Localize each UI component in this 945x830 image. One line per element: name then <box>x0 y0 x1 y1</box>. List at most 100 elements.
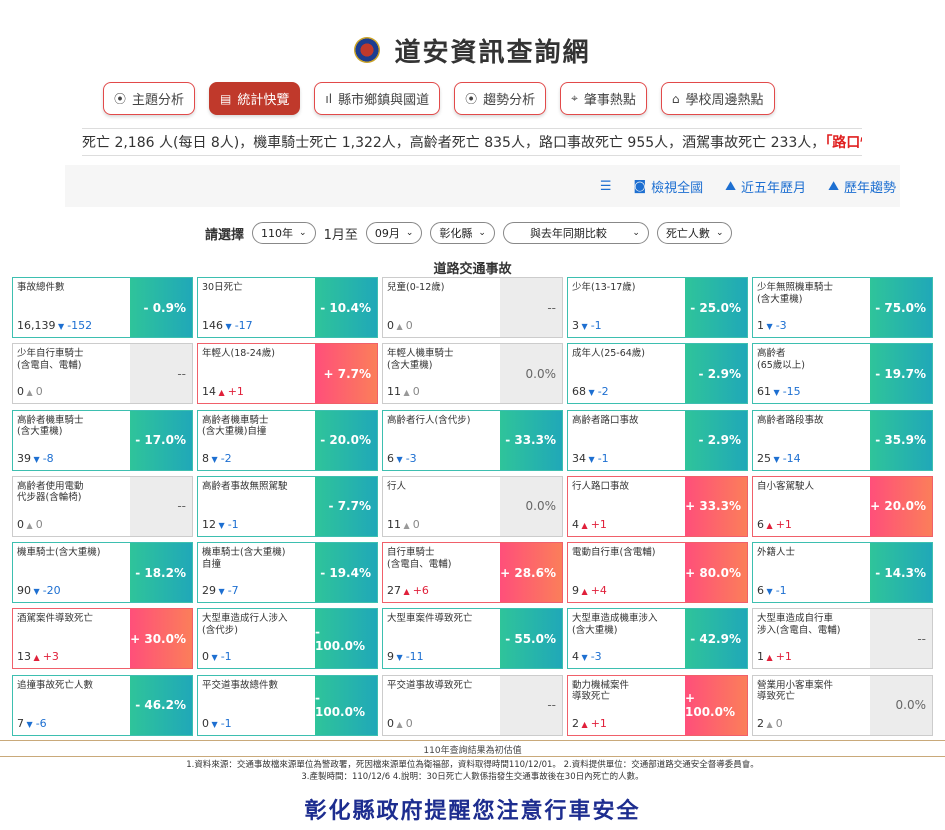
area-chart-icon: ⛰ <box>828 178 839 194</box>
five-year-button[interactable]: ⛰ 近五年歷月 <box>725 177 806 196</box>
stat-info: 高齡者機車騎士 (含大重機) 39 ▼ -8 <box>13 411 130 470</box>
stat-percent: - 55.0% <box>500 609 562 669</box>
nav-theme-analysis[interactable]: ⦿ 主題分析 <box>103 82 196 115</box>
stat-card[interactable]: 追撞事故死亡人數 7 ▼ -6 - 46.2% <box>12 674 193 736</box>
stat-card[interactable]: 電動自行車(含電輔) 9 ▲ +4 + 80.0% <box>567 542 748 604</box>
stat-card[interactable]: 機車騎士(含大重機) 90 ▼ -20 - 18.2% <box>12 542 193 604</box>
stat-card[interactable]: 營業用小客車案件 導致死亡 2 ▲ 0 0.0% <box>752 674 933 736</box>
stat-info: 高齡者使用電動 代步器(含輪椅) 0 ▲ 0 <box>13 477 130 536</box>
stat-card[interactable]: 少年無照機車騎士 (含大重機) 1 ▼ -3 - 75.0% <box>752 277 933 338</box>
stat-diff: +6 <box>412 584 429 598</box>
stat-value: 3 <box>572 319 579 332</box>
stat-info: 機車騎士(含大重機) 90 ▼ -20 <box>13 543 130 602</box>
stat-diff: -2 <box>220 451 232 465</box>
stat-card[interactable]: 大型車案件導致死亡 9 ▼ -11 - 55.0% <box>382 608 563 670</box>
trend-button[interactable]: ⛰ 歷年趨勢 <box>828 177 896 196</box>
stat-numbers: 0 ▼ -1 <box>202 650 232 663</box>
arrow-up-icon: ▲ <box>394 322 403 331</box>
stat-value: 0 <box>202 716 209 730</box>
stat-card[interactable]: 高齡者使用電動 代步器(含輪椅) 0 ▲ 0 -- <box>12 475 193 537</box>
news-ticker: 死亡 2,186 人(每日 8人)，機車騎士死亡 1,322人，高齡者死亡 83… <box>82 128 862 156</box>
stat-info: 大型車造成自行車 涉入(含電自、電輔) 1 ▲ +1 <box>753 609 870 668</box>
stat-card[interactable]: 外籍人士 6 ▼ -1 - 14.3% <box>752 542 933 604</box>
compare-select[interactable]: 與去年同期比較 ⌄ <box>502 222 649 244</box>
nav-accident-hotspots[interactable]: ⌖ 肇事熱點 <box>560 82 647 115</box>
stat-card[interactable]: 成年人(25-64歲) 68 ▼ -2 - 2.9% <box>567 343 748 405</box>
site-title[interactable]: 道安資訊查詢網 <box>394 32 590 69</box>
stat-info: 高齡者行人(含代步) 6 ▼ -3 <box>383 411 500 470</box>
view-all-button[interactable]: ◙ 檢視全國 <box>633 177 703 196</box>
site-logo[interactable] <box>354 37 381 63</box>
nav-county-town[interactable]: ıl 縣市鄉鎮與國道 <box>314 82 441 115</box>
area-chart-icon: ⛰ <box>725 178 737 194</box>
stat-card[interactable]: 高齡者行人(含代步) 6 ▼ -3 - 33.3% <box>382 409 563 471</box>
stat-card[interactable]: 年輕人機車騎士 (含大重機) 11 ▲ 0 0.0% <box>382 343 563 405</box>
stat-card[interactable]: 行人 11 ▲ 0 0.0% <box>382 475 563 537</box>
stat-card[interactable]: 自小客駕駛人 6 ▲ +1 + 20.0% <box>752 475 933 537</box>
list-menu-button[interactable]: ☰ <box>600 179 612 194</box>
stat-value: 0 <box>387 319 394 332</box>
nav-school-hotspots[interactable]: ⌂ 學校周邊熱點 <box>660 82 775 115</box>
stat-info: 動力機械案件 導致死亡 2 ▲ +1 <box>568 676 685 735</box>
stat-value: 0 <box>17 517 24 531</box>
stat-card[interactable]: 酒駕案件導致死亡 13 ▲ +3 + 30.0% <box>12 608 193 670</box>
stat-card[interactable]: 少年(13-17歲) 3 ▼ -1 - 25.0% <box>567 277 748 338</box>
stat-diff: -3 <box>590 650 602 664</box>
metric-select[interactable]: 死亡人數 ⌄ <box>656 222 733 244</box>
stat-diff: +1 <box>775 650 792 664</box>
estimate-note: 110年查詢結果為初估值 <box>0 740 945 756</box>
stat-card[interactable]: 高齡者 (65歲以上) 61 ▼ -15 - 19.7% <box>752 343 933 405</box>
stat-card[interactable]: 30日死亡 146 ▼ -17 - 10.4% <box>197 277 378 338</box>
nav-stats-overview[interactable]: ▤ 統計快覽 <box>209 82 301 115</box>
stat-numbers: 0 ▲ 0 <box>387 717 413 730</box>
stat-card[interactable]: 大型車造成行人涉入 (含代步) 0 ▼ -1 - 100.0% <box>197 608 378 670</box>
stat-diff: +4 <box>590 584 607 598</box>
arrow-down-icon: ▼ <box>771 454 780 464</box>
stat-card[interactable]: 機車騎士(含大重機) 自撞 29 ▼ -7 - 19.4% <box>197 542 378 604</box>
stat-card[interactable]: 大型車造成機車涉入 (含大重機) 4 ▼ -3 - 42.9% <box>567 608 748 670</box>
stat-card[interactable]: 事故總件數 16,139 ▼ -152 - 0.9% <box>12 277 193 338</box>
stat-percent: -- <box>500 675 562 735</box>
nav-trend-analysis[interactable]: ⦿ 趨勢分析 <box>454 82 547 115</box>
arrow-down-icon: ▼ <box>31 454 40 464</box>
stat-info: 酒駕案件導致死亡 13 ▲ +3 <box>13 609 130 668</box>
view-all-label: 檢視全國 <box>651 180 704 196</box>
stat-card[interactable]: 動力機械案件 導致死亡 2 ▲ +1 + 100.0% <box>567 674 748 736</box>
stat-card[interactable]: 高齡者機車騎士 (含大重機) 39 ▼ -8 - 17.0% <box>12 409 193 471</box>
stat-name: 外籍人士 <box>757 547 796 559</box>
stat-card[interactable]: 兒童(0-12歲) 0 ▲ 0 -- <box>382 277 563 338</box>
stat-card[interactable]: 高齡者路段事故 25 ▼ -14 - 35.9% <box>752 409 933 471</box>
arrow-down-icon: ▼ <box>579 653 588 663</box>
stat-diff: -152 <box>67 319 93 332</box>
stat-info: 大型車造成機車涉入 (含大重機) 4 ▼ -3 <box>568 609 685 668</box>
month-select[interactable]: 09月 ⌄ <box>365 222 423 244</box>
stat-numbers: 4 ▲ +1 <box>572 518 607 531</box>
stat-diff: -8 <box>42 451 54 465</box>
stat-numbers: 13 ▲ +3 <box>17 650 59 663</box>
stat-card[interactable]: 高齡者路口事故 34 ▼ -1 - 2.9% <box>567 409 748 471</box>
stat-card[interactable]: 平交道事故導致死亡 0 ▲ 0 -- <box>382 674 563 736</box>
ticker-highlight: 「路口慢看停」 <box>825 135 862 151</box>
stat-card[interactable]: 少年自行車騎士 (含電自、電輔) 0 ▲ 0 -- <box>12 343 193 405</box>
stat-card[interactable]: 行人路口事故 4 ▲ +1 + 33.3% <box>567 475 748 537</box>
stat-percent: + 33.3% <box>685 476 747 536</box>
stat-card[interactable]: 高齡者事故無照駕駛 12 ▼ -1 - 7.7% <box>197 475 378 537</box>
stat-percent: - 75.0% <box>870 278 932 337</box>
nav-label: 主題分析 <box>132 93 185 108</box>
stat-value: 9 <box>572 584 579 598</box>
stat-card[interactable]: 高齡者機車騎士 (含大重機)自撞 8 ▼ -2 - 20.0% <box>197 409 378 471</box>
stat-value: 8 <box>202 451 209 465</box>
stat-info: 事故總件數 16,139 ▼ -152 <box>13 278 130 337</box>
county-select[interactable]: 彰化縣 ⌄ <box>430 222 495 244</box>
stat-diff: -20 <box>42 584 61 598</box>
stat-card[interactable]: 大型車造成自行車 涉入(含電自、電輔) 1 ▲ +1 -- <box>752 608 933 670</box>
camera-icon: ◙ <box>633 178 647 194</box>
stat-card[interactable]: 自行車騎士 (含電自、電輔) 27 ▲ +6 + 28.6% <box>382 542 563 604</box>
year-select[interactable]: 110年 ⌄ <box>252 222 316 244</box>
stat-card[interactable]: 平交道事故總件數 0 ▼ -1 - 100.0% <box>197 674 378 736</box>
stat-diff: +1 <box>775 517 792 531</box>
stat-name: 少年(13-17歲) <box>572 282 636 293</box>
stat-numbers: 90 ▼ -20 <box>17 584 61 597</box>
stat-name: 動力機械案件 導致死亡 <box>572 679 630 703</box>
stat-card[interactable]: 年輕人(18-24歲) 14 ▲ +1 + 7.7% <box>197 343 378 405</box>
